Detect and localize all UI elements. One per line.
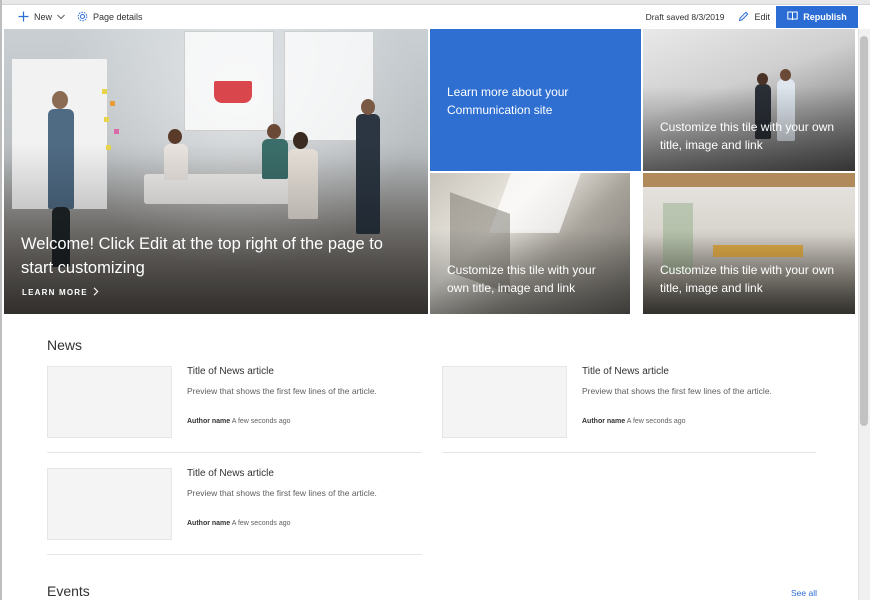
command-bar: New Page details Draft saved 8/3/2019 Ed… bbox=[2, 5, 858, 29]
hero-tile-top-right[interactable]: Customize this tile with your own title,… bbox=[643, 29, 855, 171]
edit-label: Edit bbox=[754, 12, 770, 22]
news-item[interactable]: Title of News article Preview that shows… bbox=[442, 366, 818, 454]
pencil-icon bbox=[738, 11, 749, 24]
news-author: Author name bbox=[582, 418, 626, 425]
news-title[interactable]: Title of News article bbox=[187, 366, 274, 377]
sticky-note-image bbox=[114, 129, 119, 134]
news-item[interactable]: Title of News article Preview that shows… bbox=[47, 468, 423, 556]
chevron-right-icon bbox=[93, 287, 99, 298]
news-thumbnail[interactable] bbox=[47, 366, 172, 438]
news-author: Author name bbox=[187, 418, 231, 425]
hero-tile-communication[interactable]: Learn more about your Communication site bbox=[430, 29, 641, 171]
person-head-image bbox=[757, 73, 768, 85]
news-thumbnail[interactable] bbox=[47, 468, 172, 540]
gear-icon bbox=[77, 11, 88, 24]
news-time: A few seconds ago bbox=[231, 418, 291, 425]
sticky-note-image bbox=[102, 89, 107, 94]
tile-text: Customize this tile with your own title,… bbox=[447, 263, 596, 295]
news-preview: Preview that shows the first few lines o… bbox=[582, 386, 772, 396]
new-label: New bbox=[34, 12, 53, 22]
learn-more-label: LEARN MORE bbox=[22, 288, 88, 297]
tile-text: Customize this tile with your own title,… bbox=[660, 263, 835, 295]
person-head-image bbox=[267, 124, 281, 139]
hero-section: Welcome! Click Edit at the top right of … bbox=[2, 29, 858, 314]
plus-icon bbox=[18, 11, 29, 24]
tile-text: Customize this tile with your own title,… bbox=[660, 120, 835, 152]
hero-title: Welcome! Click Edit at the top right of … bbox=[21, 235, 383, 277]
news-preview: Preview that shows the first few lines o… bbox=[187, 386, 377, 396]
new-button[interactable]: New bbox=[12, 5, 71, 29]
news-divider bbox=[442, 452, 816, 453]
news-title[interactable]: Title of News article bbox=[187, 468, 274, 479]
draft-status: Draft saved 8/3/2019 bbox=[645, 12, 725, 22]
news-section-title: News bbox=[47, 337, 83, 353]
sticky-note-image bbox=[104, 117, 109, 122]
ceiling-image bbox=[643, 173, 855, 187]
republish-label: Republish bbox=[803, 12, 847, 22]
news-byline: Author name A few seconds ago bbox=[582, 418, 686, 425]
person-head-image bbox=[361, 99, 375, 115]
pendant-lamp-image bbox=[214, 81, 252, 103]
page-details-button[interactable]: Page details bbox=[71, 5, 149, 29]
hero-tile-bottom-left[interactable]: Customize this tile with your own title,… bbox=[430, 173, 630, 314]
news-divider bbox=[47, 554, 422, 555]
tile-text: Learn more about your Communication site bbox=[447, 85, 569, 117]
news-time: A few seconds ago bbox=[626, 418, 686, 425]
news-divider bbox=[47, 452, 422, 453]
book-icon bbox=[787, 11, 798, 23]
news-title[interactable]: Title of News article bbox=[582, 366, 669, 377]
chevron-down-icon bbox=[57, 13, 65, 22]
person-head-image bbox=[52, 91, 68, 109]
edit-button[interactable]: Edit bbox=[732, 5, 776, 29]
news-time: A few seconds ago bbox=[231, 520, 291, 527]
news-byline: Author name A few seconds ago bbox=[187, 418, 291, 425]
scrollbar-thumb[interactable] bbox=[860, 36, 868, 426]
person-head-image bbox=[168, 129, 182, 144]
news-thumbnail[interactable] bbox=[442, 366, 567, 438]
events-section-title: Events bbox=[47, 583, 90, 599]
sticky-note-image bbox=[110, 101, 115, 106]
hero-main-tile[interactable]: Welcome! Click Edit at the top right of … bbox=[4, 29, 428, 314]
page-details-label: Page details bbox=[93, 12, 143, 22]
news-byline: Author name A few seconds ago bbox=[187, 520, 291, 527]
republish-button[interactable]: Republish bbox=[776, 6, 858, 28]
news-author: Author name bbox=[187, 520, 231, 527]
learn-more-link[interactable]: LEARN MORE bbox=[22, 287, 99, 298]
person-head-image bbox=[780, 69, 791, 81]
see-all-link[interactable]: See all bbox=[791, 588, 817, 598]
hero-tile-bottom-right[interactable]: Customize this tile with your own title,… bbox=[643, 173, 855, 314]
news-item[interactable]: Title of News article Preview that shows… bbox=[47, 366, 423, 454]
news-preview: Preview that shows the first few lines o… bbox=[187, 488, 377, 498]
